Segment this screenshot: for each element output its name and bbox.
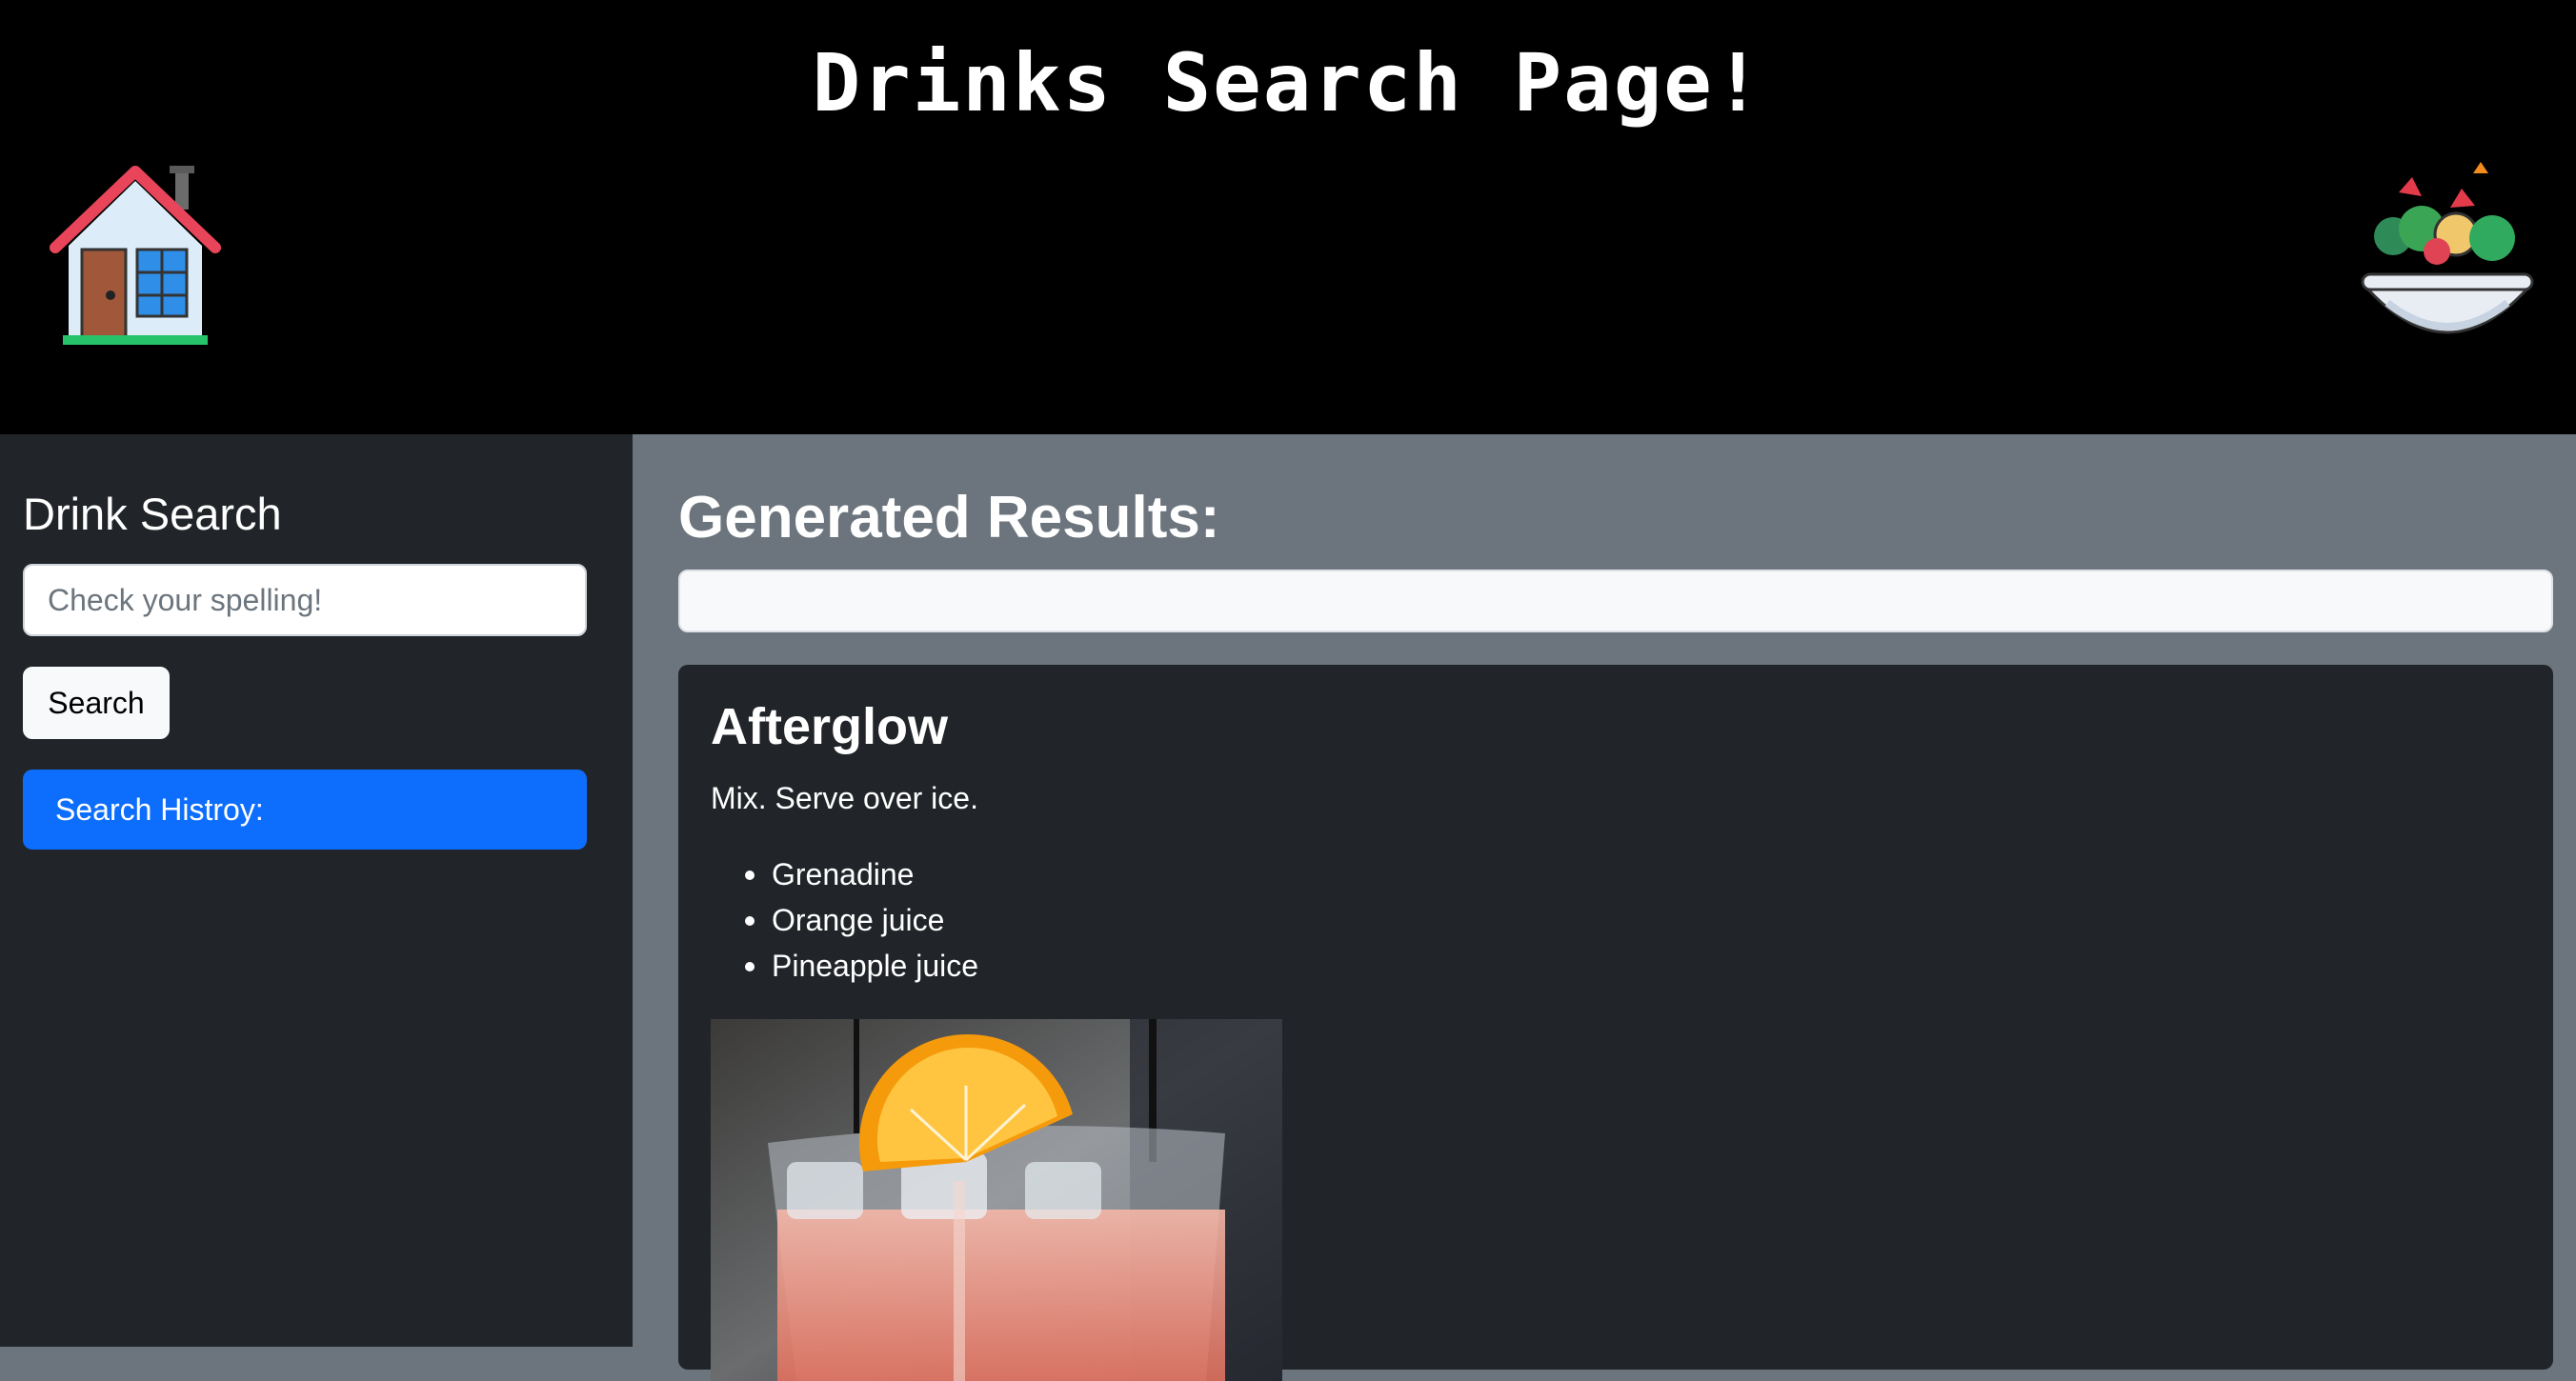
- page-header: Drinks Search Page!: [0, 0, 2576, 434]
- search-history-button[interactable]: Search Histroy:: [23, 770, 587, 850]
- drink-photo: [711, 1019, 1282, 1381]
- ingredient-item: Grenadine: [711, 851, 978, 897]
- page-title: Drinks Search Page!: [812, 36, 1764, 130]
- salad-bowl-icon[interactable]: [2359, 160, 2536, 350]
- house-icon[interactable]: [50, 162, 221, 349]
- drink-card: Afterglow Mix. Serve over ice. Grenadine…: [678, 665, 2553, 1381]
- results-bar: [678, 570, 2553, 632]
- ingredient-item: Pineapple juice: [711, 943, 978, 989]
- ingredient-list: Grenadine Orange juice Pineapple juice: [711, 851, 978, 989]
- results-heading: Generated Results:: [678, 485, 1220, 550]
- search-button[interactable]: Search: [23, 667, 170, 739]
- drink-instructions: Mix. Serve over ice.: [711, 781, 978, 815]
- drink-search-input[interactable]: [23, 564, 587, 636]
- ingredient-item: Orange juice: [711, 897, 978, 943]
- drink-search-heading: Drink Search: [23, 489, 282, 539]
- drink-name: Afterglow: [711, 698, 948, 755]
